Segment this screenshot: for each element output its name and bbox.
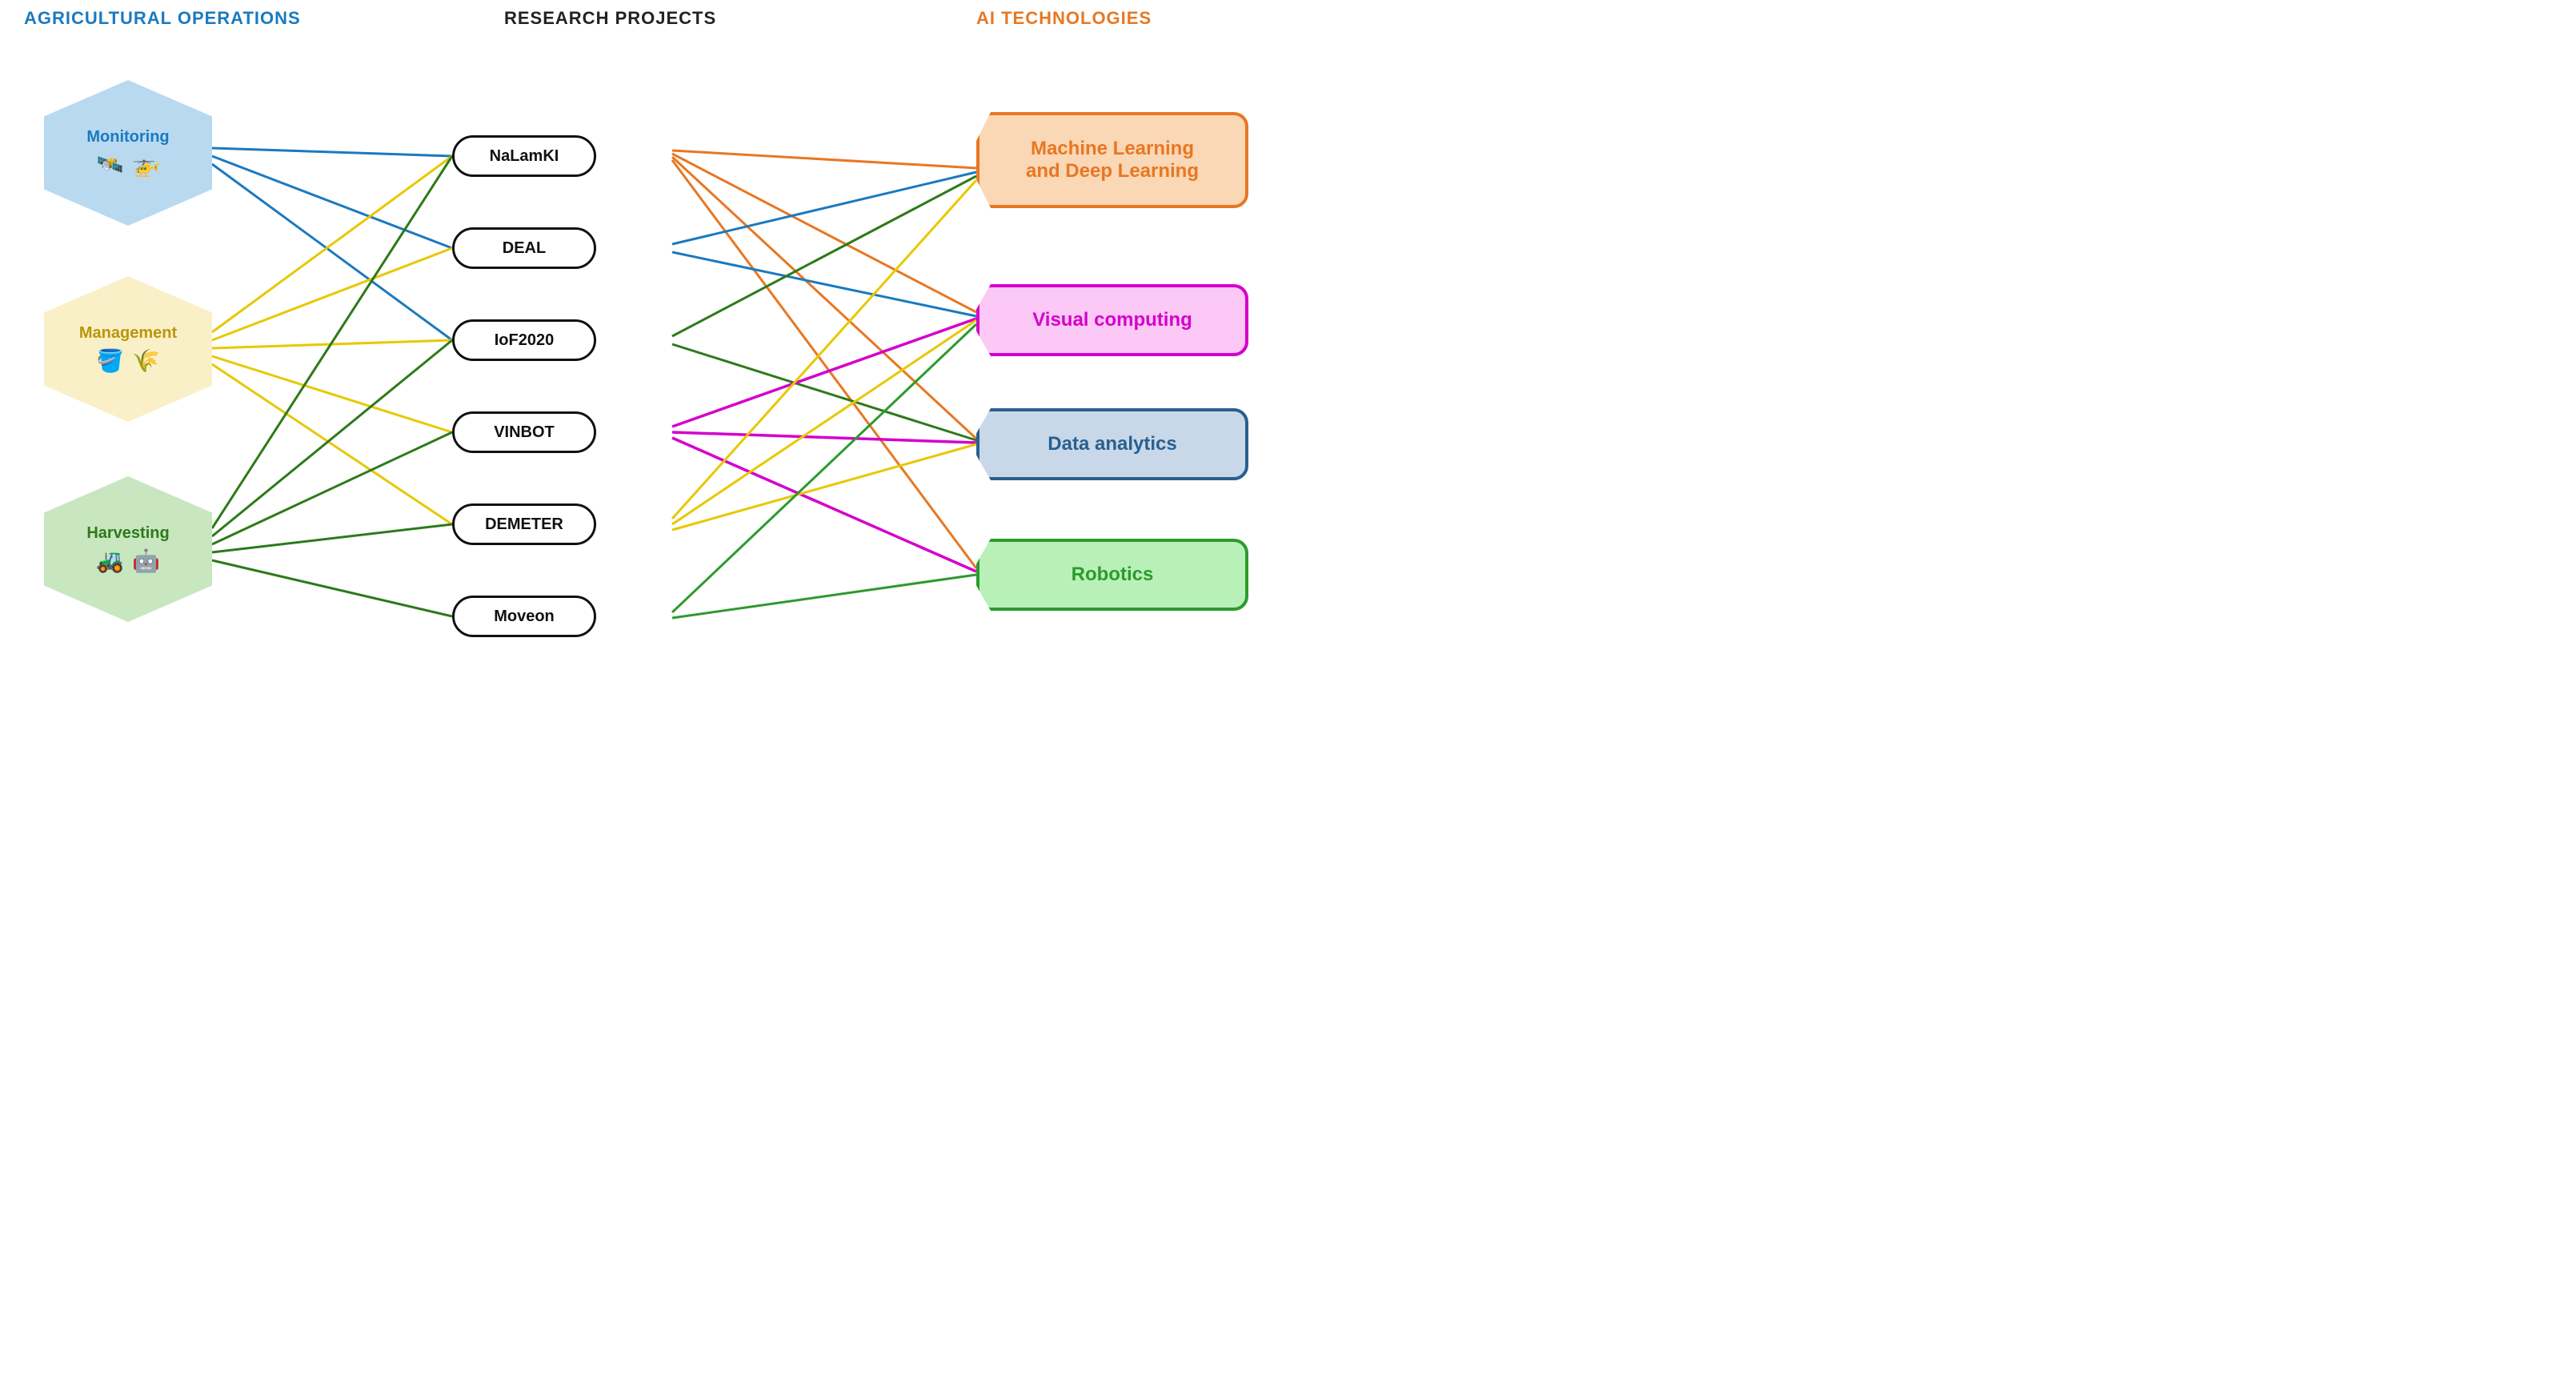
page-container: AGRICULTURAL OPERATIONS RESEARCH PROJECT… [0, 0, 1288, 698]
harvesting-label: Harvesting [86, 524, 169, 543]
pill-nalamki: NaLamKI [452, 135, 596, 177]
ai-box-vc: Visual computing [976, 284, 1248, 356]
management-label: Management [79, 324, 177, 343]
header-agri: AGRICULTURAL OPERATIONS [24, 8, 301, 29]
pill-moveon: Moveon [452, 596, 596, 637]
harvesting-icons: 🚜🤖 [96, 548, 160, 574]
monitoring-label: Monitoring [86, 128, 169, 146]
header-ai: AI TECHNOLOGIES [976, 8, 1152, 29]
hex-management: Management 🪣🌾 [44, 276, 212, 422]
ai-box-ml: Machine Learningand Deep Learning [976, 112, 1248, 208]
pill-demeter: DEMETER [452, 503, 596, 545]
hex-monitoring: Monitoring 🛰️🚁 [44, 80, 212, 226]
header-research: RESEARCH PROJECTS [504, 8, 716, 29]
hex-harvesting: Harvesting 🚜🤖 [44, 476, 212, 622]
monitoring-icons: 🛰️🚁 [96, 151, 160, 178]
ai-box-da: Data analytics [976, 408, 1248, 480]
management-icons: 🪣🌾 [96, 347, 160, 374]
pill-iof2020: IoF2020 [452, 319, 596, 361]
pill-deal: DEAL [452, 227, 596, 269]
pill-vinbot: VINBOT [452, 411, 596, 453]
ai-box-ro: Robotics [976, 539, 1248, 611]
